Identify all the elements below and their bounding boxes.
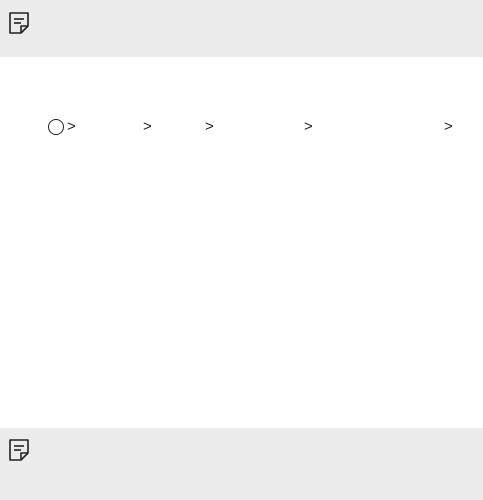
breadcrumb-separator: > — [143, 118, 152, 135]
breadcrumb-separator: > — [205, 118, 214, 135]
breadcrumb-separator: > — [444, 118, 453, 135]
note-icon — [8, 438, 30, 462]
note-icon — [8, 11, 30, 35]
note-box-bottom — [0, 428, 483, 500]
circle-home-icon — [48, 119, 64, 135]
note-box-top — [0, 0, 483, 57]
breadcrumb-separator: > — [304, 118, 313, 135]
breadcrumb-separator: > — [67, 118, 76, 135]
breadcrumb: > > > > > — [0, 118, 483, 140]
